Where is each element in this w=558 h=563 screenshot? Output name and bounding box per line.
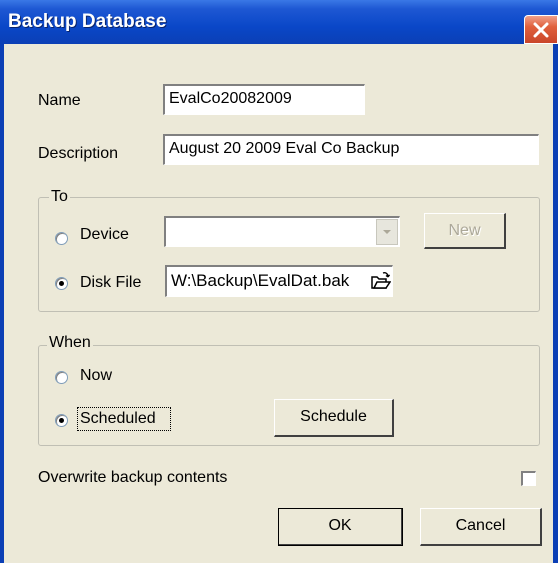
disk-file-label[interactable]: Disk File bbox=[80, 274, 141, 292]
new-device-button[interactable]: New bbox=[424, 213, 506, 249]
now-radio[interactable] bbox=[55, 371, 68, 384]
when-group-legend: When bbox=[47, 334, 93, 352]
device-label[interactable]: Device bbox=[80, 226, 129, 244]
close-button[interactable] bbox=[524, 15, 558, 44]
open-folder-icon bbox=[371, 272, 392, 289]
dropdown-arrow[interactable] bbox=[376, 219, 398, 245]
overwrite-label: Overwrite backup contents bbox=[38, 469, 228, 486]
device-radio[interactable] bbox=[55, 232, 68, 245]
chevron-down-icon bbox=[383, 230, 391, 234]
overwrite-checkbox[interactable] bbox=[521, 471, 536, 486]
name-label: Name bbox=[38, 92, 81, 109]
browse-folder-button[interactable] bbox=[371, 271, 392, 291]
scheduled-radio[interactable] bbox=[55, 414, 68, 427]
focus-indicator bbox=[77, 407, 171, 431]
to-group-legend: To bbox=[49, 188, 70, 206]
window-frame-right bbox=[553, 44, 558, 563]
title-bar[interactable]: Backup Database bbox=[0, 0, 558, 44]
ok-button[interactable]: OK bbox=[278, 508, 403, 546]
disk-file-path: W:\Backup\EvalDat.bak bbox=[171, 271, 350, 290]
schedule-button[interactable]: Schedule bbox=[274, 399, 394, 437]
close-icon bbox=[533, 22, 549, 38]
window-title: Backup Database bbox=[8, 11, 167, 32]
now-label[interactable]: Now bbox=[80, 367, 112, 385]
window-frame-left bbox=[0, 44, 4, 563]
device-dropdown[interactable] bbox=[164, 216, 400, 247]
name-field[interactable]: EvalCo20082009 bbox=[163, 84, 365, 115]
disk-file-radio[interactable] bbox=[55, 277, 68, 290]
description-field[interactable]: August 20 2009 Eval Co Backup bbox=[163, 134, 539, 165]
cancel-button[interactable]: Cancel bbox=[420, 508, 542, 546]
disk-file-field[interactable]: W:\Backup\EvalDat.bak bbox=[165, 265, 393, 297]
description-label: Description bbox=[38, 145, 119, 162]
